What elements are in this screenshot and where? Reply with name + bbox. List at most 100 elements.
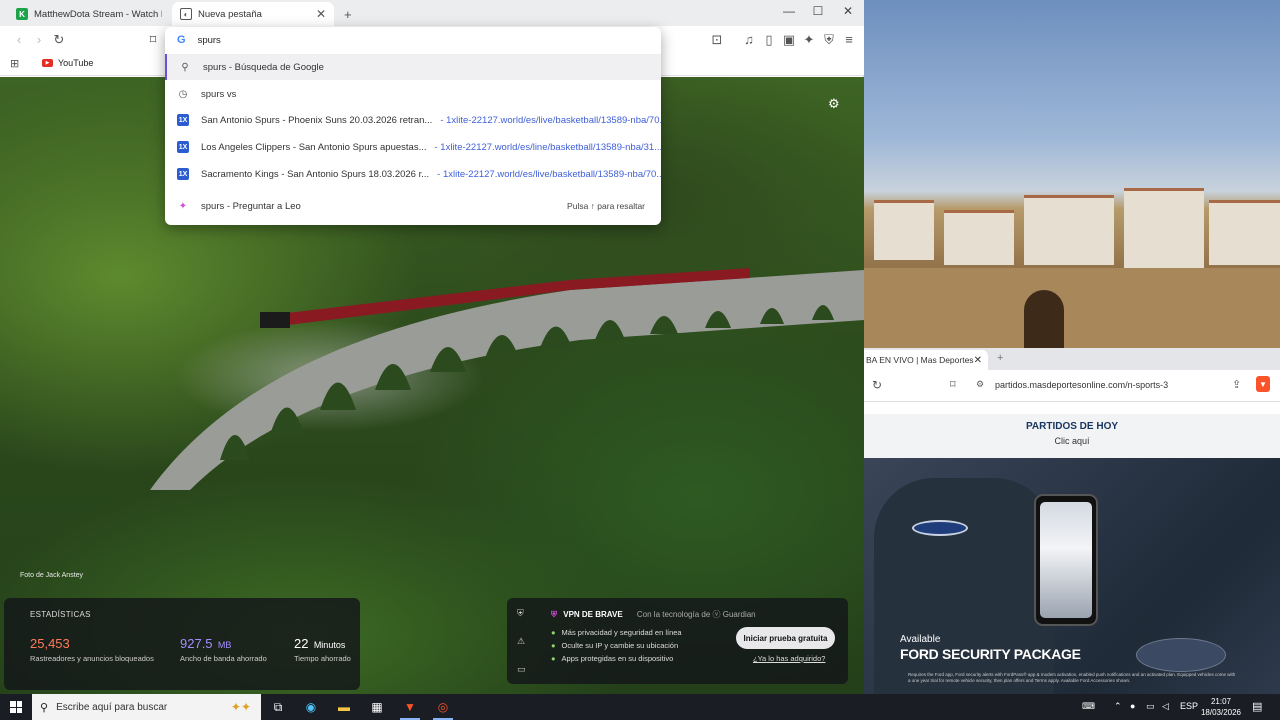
tray-overflow-icon[interactable]: ⌃ — [1114, 701, 1122, 712]
notifications-icon[interactable]: ▤ — [1252, 700, 1262, 713]
bookmark-icon[interactable]: ⌑ — [950, 378, 956, 391]
file-explorer-icon[interactable]: ▬ — [328, 694, 360, 720]
forward-icon[interactable]: › — [30, 32, 48, 47]
address-input[interactable]: spurs — [198, 35, 221, 46]
vpn-bullet-text: Apps protegidas en su dispositivo — [561, 654, 674, 663]
suggestion-text: Los Angeles Clippers - San Antonio Spurs… — [201, 141, 427, 153]
suggestion-site[interactable]: 1X Sacramento Kings - San Antonio Spurs … — [165, 161, 661, 187]
tab-matthewdota[interactable]: K MatthewDota Stream - Watch Live or... — [8, 2, 170, 26]
clock[interactable]: 21:07 18/03/2026 — [1196, 696, 1246, 718]
suggestion-text: spurs - Preguntar a Leo — [201, 200, 301, 212]
stat-unit: Minutos — [313, 640, 346, 650]
stat-label: Rastreadores y anuncios bloqueados — [30, 654, 154, 663]
tab-new-tab[interactable]: ◐ Nueva pestaña ✕ — [172, 2, 334, 26]
new-tab-button[interactable]: + — [336, 2, 360, 26]
address-bar[interactable]: G spurs — [165, 27, 661, 53]
network-icon[interactable]: ▭ — [1146, 701, 1155, 712]
news-icon[interactable]: ▭ — [517, 664, 526, 675]
bookmark-label: YouTube — [58, 58, 94, 68]
stat-trackers: 25,453 Rastreadores y anuncios bloqueado… — [30, 636, 154, 663]
brave-taskbar-icon-2[interactable]: ◎ — [427, 694, 459, 720]
microphone-icon[interactable]: ● — [1130, 701, 1135, 711]
url-text[interactable]: partidos.masdeportesonline.com/n-sports-… — [995, 380, 1168, 390]
brave-taskbar-icon[interactable]: ▼ — [394, 694, 426, 720]
brave-icon: ◐ — [180, 8, 192, 20]
screenshot-icon[interactable]: ⊡ — [708, 32, 726, 48]
reload-icon[interactable]: ↻ — [50, 32, 68, 48]
ad-available-text: Available — [900, 634, 941, 645]
site-favicon-icon: 1X — [177, 114, 189, 126]
bookmark-icon[interactable]: ⌑ — [144, 32, 162, 48]
suggestion-site[interactable]: 1X San Antonio Spurs - Phoenix Suns 20.0… — [165, 107, 661, 133]
copilot-icon[interactable]: ◉ — [295, 694, 327, 720]
sidebar-icon[interactable]: ▯ — [760, 32, 778, 48]
search-placeholder: Escribe aquí para buscar — [56, 701, 168, 713]
google-icon: G — [177, 34, 186, 46]
vpn-shield-icon[interactable]: ⛨ — [820, 32, 838, 48]
tab-mas-deportes[interactable]: BA EN VIVO | Mas Deportes ✕ — [864, 350, 988, 370]
maximize-icon[interactable]: ☐ — [803, 4, 833, 18]
site-favicon-icon: 1X — [177, 168, 189, 180]
photo-credit: Foto de Jack Anstey — [20, 572, 84, 579]
stats-title: ESTADÍSTICAS — [30, 610, 91, 619]
suggestion-search[interactable]: ⚲ spurs - Búsqueda de Google — [165, 54, 661, 80]
page-heading[interactable]: PARTIDOS DE HOY — [864, 414, 1280, 432]
vpn-bullet: ● Apps protegidas en su dispositivo — [551, 654, 673, 663]
search-icon: ⚲ — [40, 701, 49, 714]
close-window-icon[interactable]: ✕ — [833, 4, 863, 18]
music-icon[interactable]: ♫ — [740, 32, 758, 47]
check-icon: ● — [551, 654, 556, 663]
menu-icon[interactable]: ≡ — [840, 32, 858, 47]
site-info-icon[interactable]: ⚙ — [976, 379, 984, 390]
suggestion-text: spurs - Búsqueda de Google — [203, 61, 324, 73]
suggestion-leo[interactable]: ✦ spurs - Preguntar a Leo Pulsa ↑ para r… — [165, 193, 661, 219]
suggestion-history[interactable]: ◷ spurs vs — [165, 81, 661, 107]
stat-value: 25,453 — [30, 636, 70, 651]
tab-strip: K MatthewDota Stream - Watch Live or... … — [0, 0, 864, 26]
start-trial-button[interactable]: Iniciar prueba gratuita — [736, 627, 835, 649]
ad-fine-print: Requires the Ford app, Ford security ale… — [908, 672, 1236, 683]
already-purchased-link[interactable]: ¿Ya lo has adquirido? — [753, 654, 825, 663]
background-settings-icon[interactable]: ⚙ — [828, 96, 840, 112]
windows-logo-icon — [10, 701, 22, 713]
minimize-icon[interactable]: — — [774, 4, 804, 18]
stat-value: 22 — [294, 636, 309, 651]
suggestion-url: - 1xlite-22127.world/es/live/basketball/… — [440, 114, 661, 126]
close-tab-icon[interactable]: ✕ — [974, 355, 982, 366]
taskbar-search[interactable]: ⚲ Escribe aquí para buscar ✦✦ — [32, 694, 261, 720]
stat-label: Ancho de banda ahorrado — [180, 654, 267, 663]
store-icon[interactable]: ▦ — [361, 694, 393, 720]
bookmark-youtube[interactable]: ▶ YouTube — [42, 58, 93, 68]
volume-icon[interactable]: ◁ — [1162, 701, 1169, 712]
town-photo — [864, 0, 1280, 348]
vpn-bullet-text: Oculte su IP y cambie su ubicación — [561, 641, 679, 650]
brave-shields-icon[interactable]: ▼ — [1256, 376, 1270, 392]
apps-grid-icon[interactable]: ⊞ — [10, 57, 19, 70]
page-subheading[interactable]: Clic aquí — [864, 436, 1280, 446]
reload-icon[interactable]: ↻ — [872, 378, 882, 392]
wallet-icon[interactable]: ▣ — [780, 32, 798, 48]
task-view-icon[interactable]: ⧉ — [262, 694, 294, 720]
clock-time: 21:07 — [1210, 697, 1232, 706]
keyboard-icon[interactable]: ⌨ — [1082, 701, 1095, 712]
stat-bandwidth: 927.5 MB Ancho de banda ahorrado — [180, 636, 267, 663]
suggestion-text: Sacramento Kings - San Antonio Spurs 18.… — [201, 168, 430, 180]
suggestion-site[interactable]: 1X Los Angeles Clippers - San Antonio Sp… — [165, 134, 661, 160]
stats-widget: ESTADÍSTICAS 25,453 Rastreadores y anunc… — [4, 598, 360, 690]
tab-title: BA EN VIVO | Mas Deportes — [866, 355, 974, 365]
new-tab-button[interactable]: + — [997, 352, 1003, 364]
close-tab-icon[interactable]: ✕ — [316, 7, 326, 21]
back-icon[interactable]: ‹ — [10, 32, 28, 47]
site-favicon-icon: 1X — [177, 141, 189, 153]
share-icon[interactable]: ⇪ — [1232, 378, 1241, 391]
leo-icon[interactable]: ✦ — [800, 32, 818, 48]
browser-window-right: BA EN VIVO | Mas Deportes ✕ + ↻ ⌑ ⚙ part… — [864, 348, 1280, 694]
suggestion-url: - 1xlite-22127.world/es/live/basketball/… — [437, 168, 661, 180]
start-button[interactable] — [0, 694, 32, 720]
ford-advertisement[interactable]: Available FORD SECURITY PACKAGE Requires… — [864, 458, 1280, 694]
shield-icon[interactable]: ⛨ — [517, 608, 524, 619]
vpn-bullet: ● Oculte su IP y cambie su ubicación — [551, 641, 678, 650]
warning-icon[interactable]: ⚠ — [517, 636, 525, 647]
stat-time: 22 Minutos Tiempo ahorrado — [294, 636, 351, 663]
stat-value: 927.5 — [180, 636, 213, 651]
